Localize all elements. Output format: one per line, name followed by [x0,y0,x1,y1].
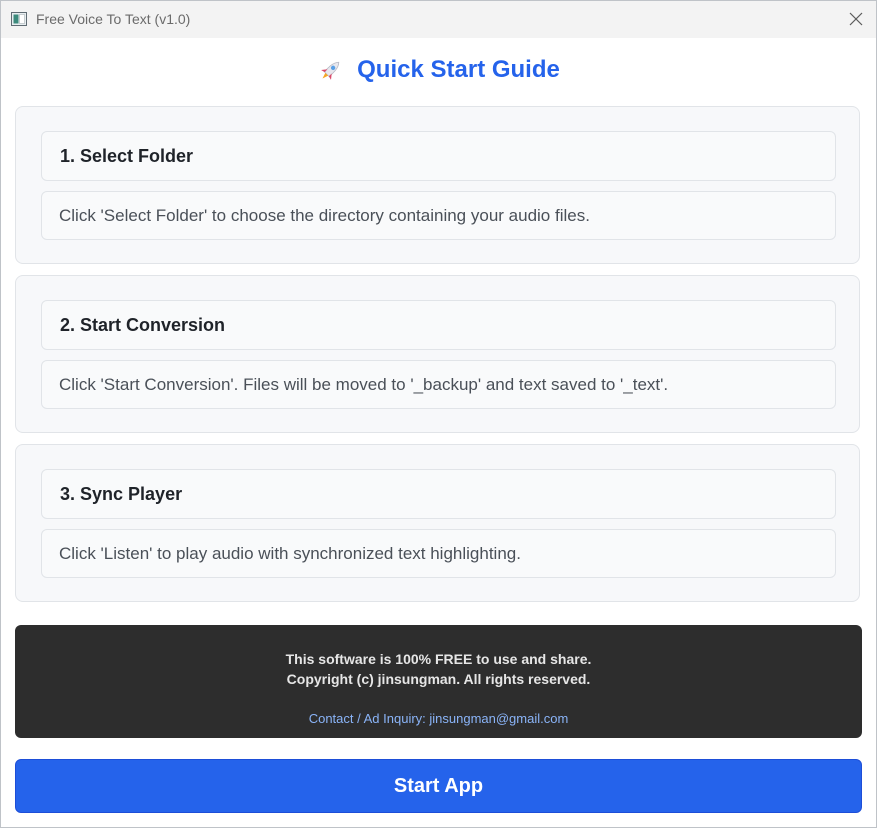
free-notice: This software is 100% FREE to use and sh… [285,651,592,667]
close-button[interactable] [844,7,868,31]
step-title: 3. Sync Player [41,469,836,519]
step-description: Click 'Listen' to play audio with synchr… [41,529,836,578]
page-title: Quick Start Guide [1,56,876,84]
step-description: Click 'Select Folder' to choose the dire… [41,191,836,240]
start-app-button[interactable]: Start App [15,759,862,813]
step-title: 2. Start Conversion [41,300,836,350]
rocket-icon [321,61,340,80]
close-icon [849,12,863,26]
step-title: 1. Select Folder [41,131,836,181]
contact-info: Contact / Ad Inquiry: jinsungman@gmail.c… [308,711,569,726]
app-window: Free Voice To Text (v1.0) Quick Start Gu… [0,0,877,828]
step-description: Click 'Start Conversion'. Files will be … [41,360,836,409]
window-title: Free Voice To Text (v1.0) [36,11,191,27]
copyright-notice: Copyright (c) jinsungman. All rights res… [286,671,591,687]
title-bar[interactable]: Free Voice To Text (v1.0) [1,1,876,38]
app-window-icon [11,12,27,26]
info-footer: This software is 100% FREE to use and sh… [15,625,862,738]
step-card-3: 3. Sync Player Click 'Listen' to play au… [15,444,860,602]
guide-heading: Quick Start Guide [357,56,560,83]
step-card-1: 1. Select Folder Click 'Select Folder' t… [15,106,860,264]
step-card-2: 2. Start Conversion Click 'Start Convers… [15,275,860,433]
